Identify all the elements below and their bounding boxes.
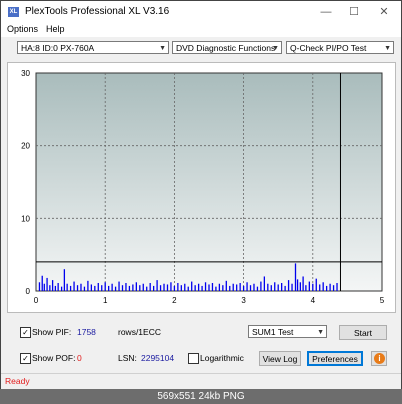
y-tick-label: 0 — [26, 287, 31, 296]
title-bar[interactable]: XL PlexTools Professional XL V3.16 — ☐ ✕ — [1, 1, 401, 23]
view-log-button[interactable]: View Log — [259, 351, 301, 366]
lsn-label: LSN: — [118, 353, 137, 363]
app-icon: XL — [8, 7, 19, 17]
maximize-icon[interactable]: ☐ — [339, 1, 369, 23]
image-caption: 569x551 24kb PNG — [0, 389, 402, 404]
x-tick-label: 0 — [34, 296, 39, 305]
chevron-down-icon: ▼ — [159, 45, 166, 52]
x-tick-label: 3 — [241, 296, 246, 305]
pi-po-chart: 0 1 2 3 4 5 0 10 20 30 — [21, 69, 385, 305]
function-select-value: DVD Diagnostic Functions — [176, 43, 276, 53]
status-bar: Ready — [1, 373, 401, 390]
pof-value: 0 — [77, 353, 82, 363]
show-pif-label: Show PIF: — [32, 327, 72, 337]
app-window: XL PlexTools Professional XL V3.16 — ☐ ✕… — [0, 0, 402, 390]
drive-select-value: HA:8 ID:0 PX-760A — [21, 43, 95, 53]
test-select[interactable]: Q-Check PI/PO Test ▼ — [286, 41, 394, 54]
y-tick-label: 20 — [21, 142, 30, 151]
sum-test-value: SUM1 Test — [252, 327, 294, 337]
status-text: Ready — [5, 376, 30, 386]
test-select-value: Q-Check PI/PO Test — [290, 43, 367, 53]
pif-value: 1758 — [77, 327, 96, 337]
show-pof-label: Show POF: — [32, 353, 76, 363]
x-tick-label: 1 — [103, 296, 108, 305]
function-select[interactable]: DVD Diagnostic Functions ▼ — [172, 41, 282, 54]
chevron-down-icon: ▼ — [384, 45, 391, 52]
menu-bar: Options Help — [1, 23, 401, 37]
info-button[interactable]: i — [371, 351, 387, 366]
sum-test-select[interactable]: SUM1 Test ▼ — [248, 325, 327, 338]
menu-help[interactable]: Help — [46, 24, 65, 34]
lsn-value: 2295104 — [141, 353, 175, 363]
logarithmic-checkbox[interactable] — [188, 353, 199, 364]
y-tick-label: 10 — [21, 214, 30, 223]
plot-area — [35, 72, 383, 292]
pif-unit-label: rows/1ECC — [118, 327, 161, 337]
start-button[interactable]: Start — [339, 325, 387, 340]
chart-panel: 0 1 2 3 4 5 0 10 20 30 — [7, 62, 396, 313]
info-icon: i — [374, 353, 385, 364]
drive-select[interactable]: HA:8 ID:0 PX-760A ▼ — [17, 41, 169, 54]
x-tick-label: 2 — [172, 296, 177, 305]
x-tick-label: 4 — [311, 296, 316, 305]
window-title: PlexTools Professional XL V3.16 — [25, 6, 170, 17]
preferences-button[interactable]: Preferences — [307, 351, 363, 366]
chevron-down-icon: ▼ — [317, 329, 324, 336]
show-pof-checkbox[interactable]: ✓ — [20, 353, 31, 364]
show-pif-checkbox[interactable]: ✓ — [20, 327, 31, 338]
x-tick-label: 5 — [380, 296, 385, 305]
chevron-down-icon: ▼ — [272, 45, 279, 52]
menu-options[interactable]: Options — [7, 24, 38, 34]
minimize-icon[interactable]: — — [311, 1, 341, 23]
y-tick-label: 30 — [21, 69, 30, 78]
close-icon[interactable]: ✕ — [369, 1, 399, 23]
logarithmic-label: Logarithmic — [200, 353, 244, 363]
